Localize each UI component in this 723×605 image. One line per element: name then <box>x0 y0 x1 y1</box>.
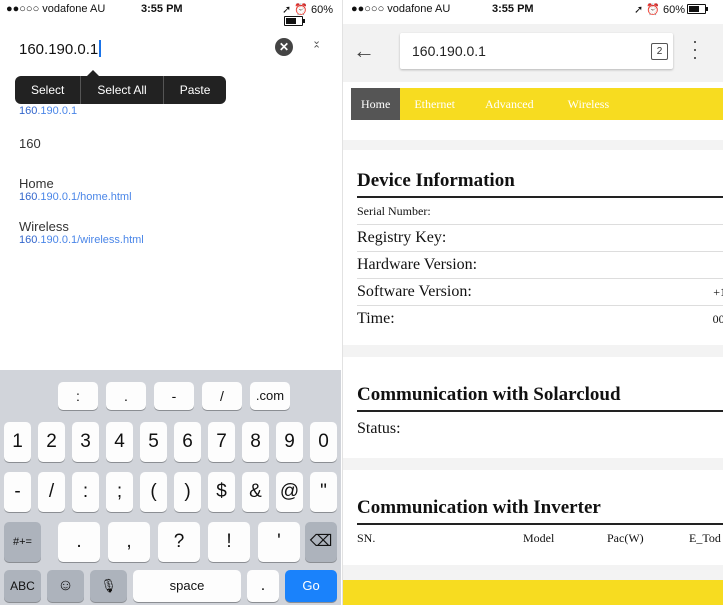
battery-indicator: ➚ ⏰ 60% <box>634 3 709 16</box>
key-8[interactable]: 8 <box>242 422 269 462</box>
key-apostrophe[interactable]: ' <box>258 522 300 562</box>
left-panel: ●●○○○ vodafone AU 3:55 PM ➚ ⏰ 60% 160.19… <box>0 0 341 605</box>
section-title: Communication with Solarcloud <box>357 384 723 412</box>
status-bar: ●●○○○ vodafone AU 3:55 PM ➚ ⏰ 60% <box>343 0 723 18</box>
key-2[interactable]: 2 <box>38 422 65 462</box>
key-period[interactable]: . <box>247 570 279 602</box>
carrier-label: ●●○○○ vodafone AU <box>6 3 106 15</box>
select-all-menu-item[interactable]: Select All <box>81 76 164 104</box>
info-row: Registry Key: <box>357 225 723 252</box>
more-menu-icon[interactable]: · · · <box>692 32 698 66</box>
key-4[interactable]: 4 <box>106 422 133 462</box>
status-row: Status: <box>357 420 401 437</box>
info-row: Software Version: +15 <box>357 279 723 306</box>
key-slash[interactable]: / <box>38 472 65 512</box>
battery-indicator: ➚ ⏰ 60% <box>282 3 341 28</box>
key-slash[interactable]: / <box>202 382 242 410</box>
text-cursor <box>99 40 102 57</box>
footer-bar <box>343 580 723 605</box>
key-more-symbols[interactable]: #+= <box>4 522 41 562</box>
column-header: E_Tod <box>689 531 721 545</box>
key-ampersand[interactable]: & <box>242 472 269 512</box>
suggestion-item[interactable]: Home 160.190.0.1/home.html <box>19 176 132 203</box>
carrier-label: ●●○○○ vodafone AU <box>351 3 451 15</box>
suggestion-item[interactable]: 160 <box>19 136 41 151</box>
url-text: 160.190.0.1 <box>412 43 486 59</box>
key-9[interactable]: 9 <box>276 422 303 462</box>
key-1[interactable]: 1 <box>4 422 31 462</box>
key-semicolon[interactable]: ; <box>106 472 133 512</box>
key-quote[interactable]: " <box>310 472 337 512</box>
onscreen-keyboard: : . - / .com 1 2 3 4 5 6 7 8 9 0 - / : ;… <box>0 370 341 605</box>
key-7[interactable]: 7 <box>208 422 235 462</box>
section-divider <box>343 565 723 580</box>
info-row: Hardware Version: <box>357 252 723 279</box>
column-header: SN. <box>357 531 376 545</box>
key-colon[interactable]: : <box>58 382 98 410</box>
inverter-table-header: SN. Model Pac(W) E_Tod <box>357 525 723 551</box>
key-dash[interactable]: - <box>154 382 194 410</box>
select-menu-item[interactable]: Select <box>15 76 82 104</box>
section-title: Communication with Inverter <box>357 497 723 525</box>
back-arrow-icon[interactable]: ← <box>353 40 375 62</box>
clock: 3:55 PM <box>141 3 183 15</box>
right-panel: ●●○○○ vodafone AU 3:55 PM ➚ ⏰ 60% ← 160.… <box>342 0 723 605</box>
url-input[interactable]: 160.190.0.1 <box>19 40 102 58</box>
collapse-icon[interactable]: ⌄ ⌃ <box>312 36 321 56</box>
router-nav-bar: Home Ethernet Advanced Wireless <box>351 88 723 120</box>
key-abc[interactable]: ABC <box>4 570 41 602</box>
key-exclamation[interactable]: ! <box>208 522 250 562</box>
nav-wireless[interactable]: Wireless <box>544 88 620 120</box>
key-close-paren[interactable]: ) <box>174 472 201 512</box>
key-question[interactable]: ? <box>158 522 200 562</box>
backspace-icon[interactable]: ⌫ <box>305 522 337 562</box>
tab-switcher-button[interactable]: 2 <box>651 43 668 60</box>
suggestion-item[interactable]: 160.190.0.1 <box>19 105 77 117</box>
column-header: Pac(W) <box>607 531 644 545</box>
status-bar: ●●○○○ vodafone AU 3:55 PM ➚ ⏰ 60% <box>0 0 341 26</box>
key-period[interactable]: . <box>106 382 146 410</box>
info-row: Time: 00:( <box>357 306 723 332</box>
nav-ethernet[interactable]: Ethernet <box>400 88 465 120</box>
clock: 3:55 PM <box>492 3 534 15</box>
section-divider <box>343 458 723 470</box>
key-space[interactable]: space <box>133 570 241 602</box>
key-dollar[interactable]: $ <box>208 472 235 512</box>
suggestion-item[interactable]: Wireless 160.190.0.1/wireless.html <box>19 219 144 246</box>
emoji-icon[interactable]: ☺ <box>47 570 84 602</box>
software-version-value: +15 <box>713 285 723 299</box>
key-0[interactable]: 0 <box>310 422 337 462</box>
clear-icon[interactable]: ✕ <box>275 38 293 56</box>
go-button[interactable]: Go <box>285 570 337 602</box>
section-divider <box>343 345 723 357</box>
key-minus[interactable]: - <box>4 472 31 512</box>
browser-toolbar: ← 160.190.0.1 2 · · · <box>343 24 723 82</box>
section-divider <box>343 140 723 150</box>
omnibox[interactable]: 160.190.0.1 2 <box>400 33 673 69</box>
nav-advanced[interactable]: Advanced <box>465 88 544 120</box>
nav-home[interactable]: Home <box>351 88 401 120</box>
microphone-icon[interactable]: 🎙 <box>90 570 127 602</box>
time-value: 00:( <box>712 312 723 326</box>
paste-menu-item[interactable]: Paste <box>164 76 227 104</box>
address-bar[interactable]: 160.190.0.1 ✕ ⌄ ⌃ <box>0 30 341 70</box>
section-title: Device Information <box>357 170 723 198</box>
battery-icon <box>687 4 709 14</box>
key-colon[interactable]: : <box>72 472 99 512</box>
device-information-section: Device Information Serial Number: Regist… <box>357 170 723 332</box>
column-header: Model <box>523 531 555 545</box>
inverter-section: Communication with Inverter SN. Model Pa… <box>357 497 723 551</box>
key-dotcom[interactable]: .com <box>250 382 290 410</box>
key-open-paren[interactable]: ( <box>140 472 167 512</box>
key-period[interactable]: . <box>58 522 100 562</box>
battery-icon <box>284 16 305 26</box>
solarcloud-section: Communication with Solarcloud Status: <box>357 384 723 450</box>
edit-context-menu: Select Select All Paste <box>15 70 227 104</box>
key-6[interactable]: 6 <box>174 422 201 462</box>
info-row: Serial Number: <box>357 198 723 225</box>
key-at[interactable]: @ <box>276 472 303 512</box>
key-3[interactable]: 3 <box>72 422 99 462</box>
key-comma[interactable]: , <box>108 522 150 562</box>
key-5[interactable]: 5 <box>140 422 167 462</box>
